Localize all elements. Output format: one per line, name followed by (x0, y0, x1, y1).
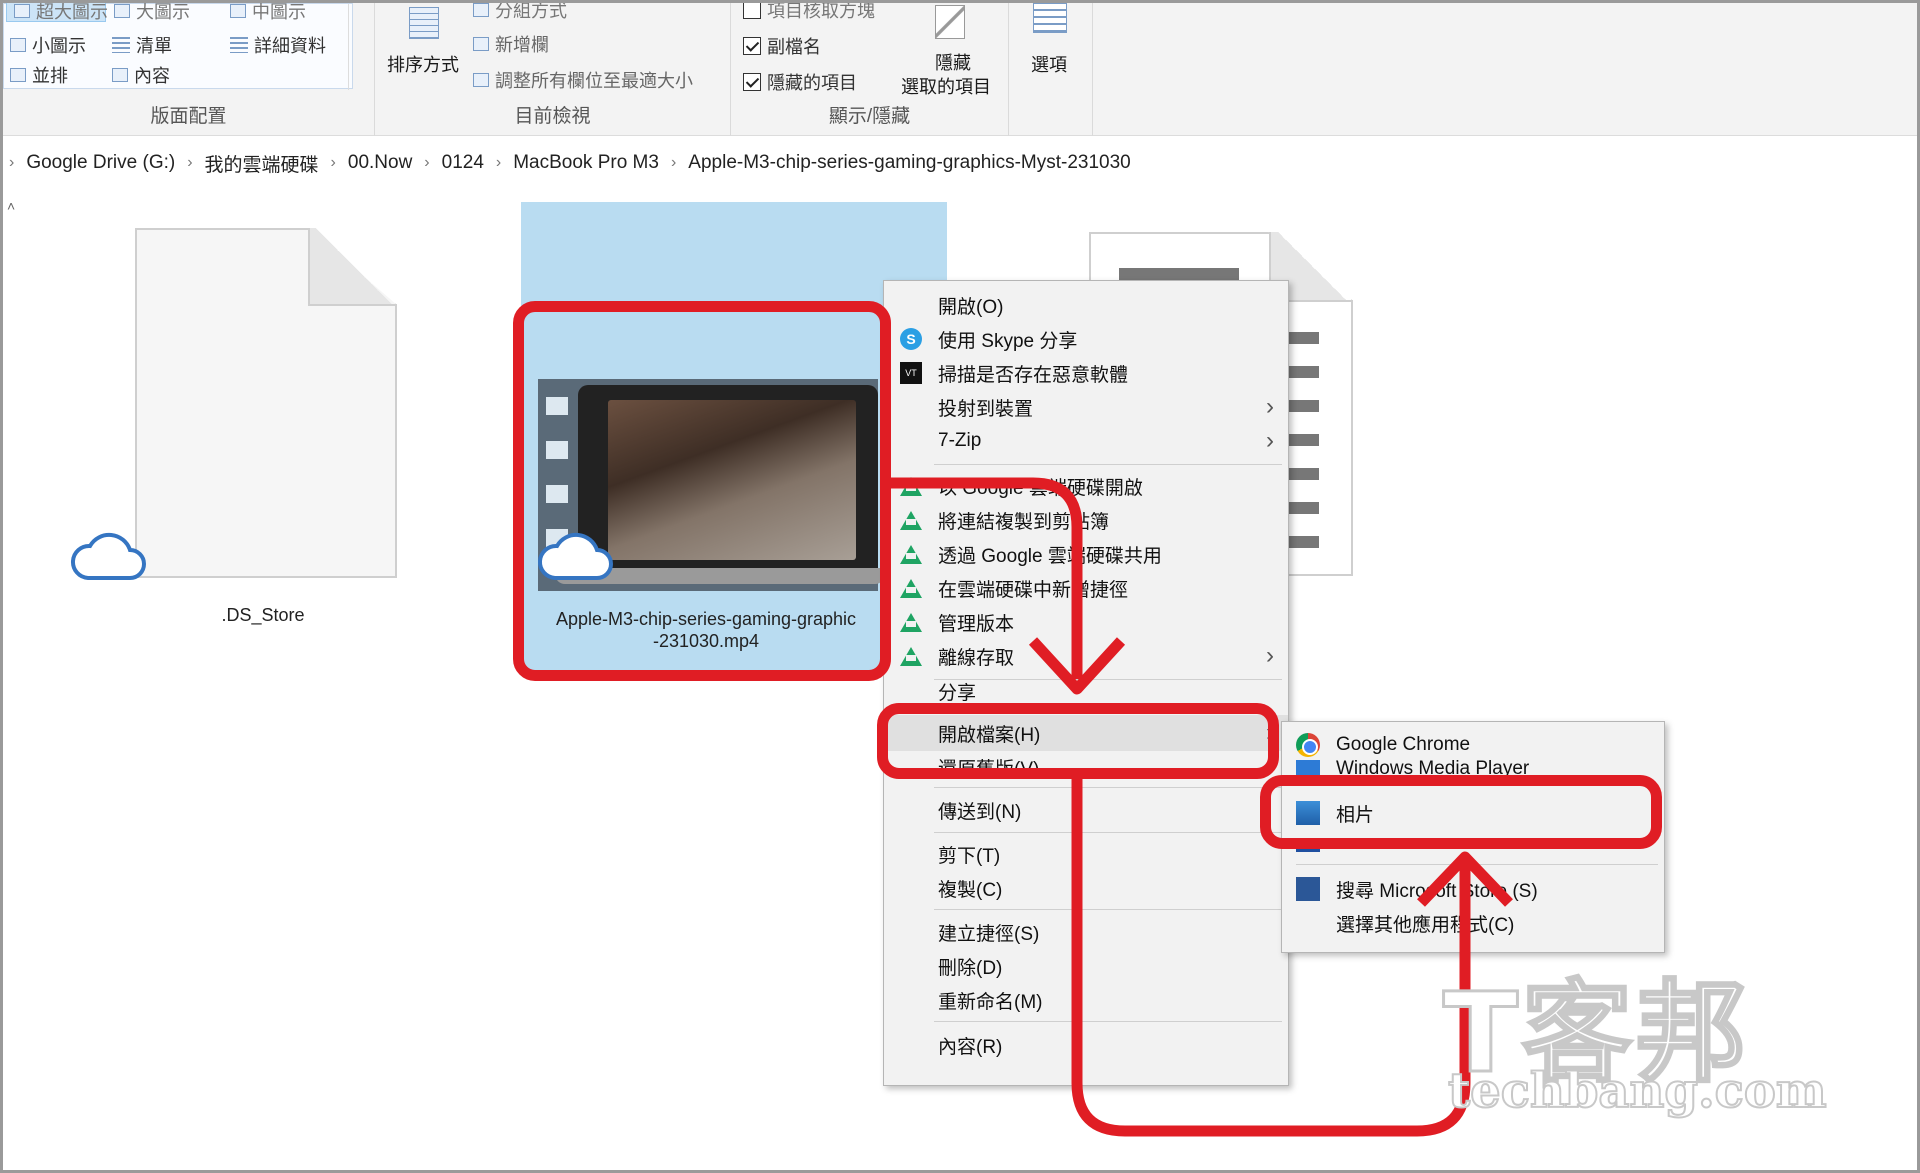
file-explorer-window: 超大圖示 大圖示 中圖示 小圖示 清單 詳細資料 並排 內容 版面配置 排序方式… (0, 0, 1920, 1173)
watermark-domain: techbang.com (1447, 1062, 1828, 1120)
